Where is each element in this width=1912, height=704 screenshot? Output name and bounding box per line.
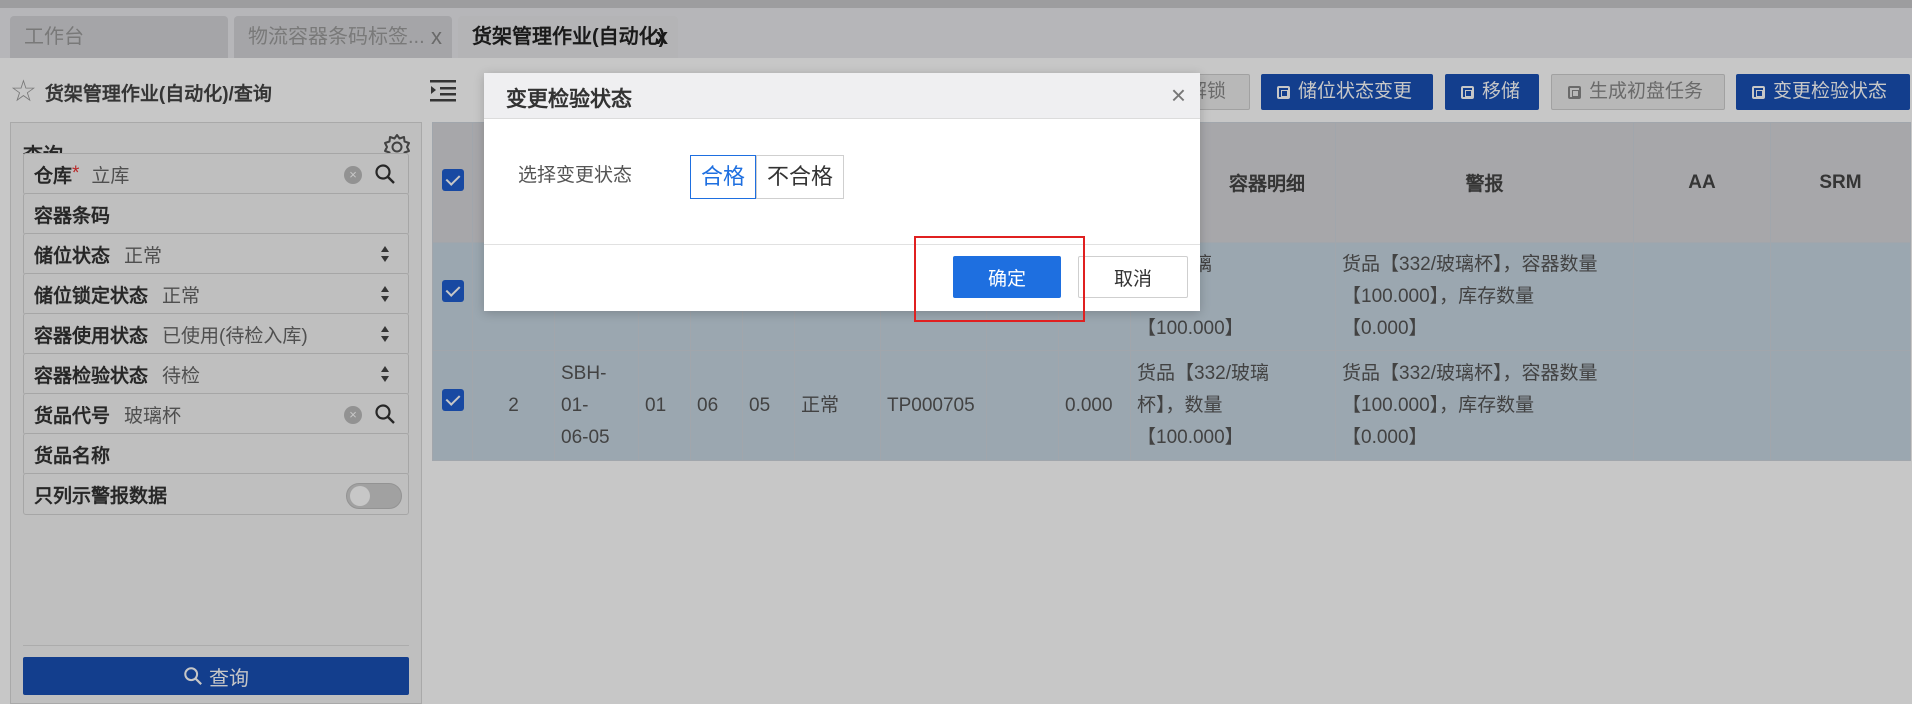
option-fail[interactable]: 不合格 [756,155,845,199]
option-pass[interactable]: 合格 [690,155,757,199]
highlight-box [914,236,1085,322]
select-status-label: 选择变更状态 [518,165,633,186]
cancel-button[interactable]: 取消 [1078,256,1188,298]
dialog-body: 选择变更状态 合格 不合格 [484,119,1200,245]
status-segmented-control: 合格 不合格 [690,155,845,199]
dialog-header: 变更检验状态 × [484,73,1200,119]
close-icon[interactable]: × [1171,81,1186,109]
dialog-title: 变更检验状态 [506,88,632,111]
